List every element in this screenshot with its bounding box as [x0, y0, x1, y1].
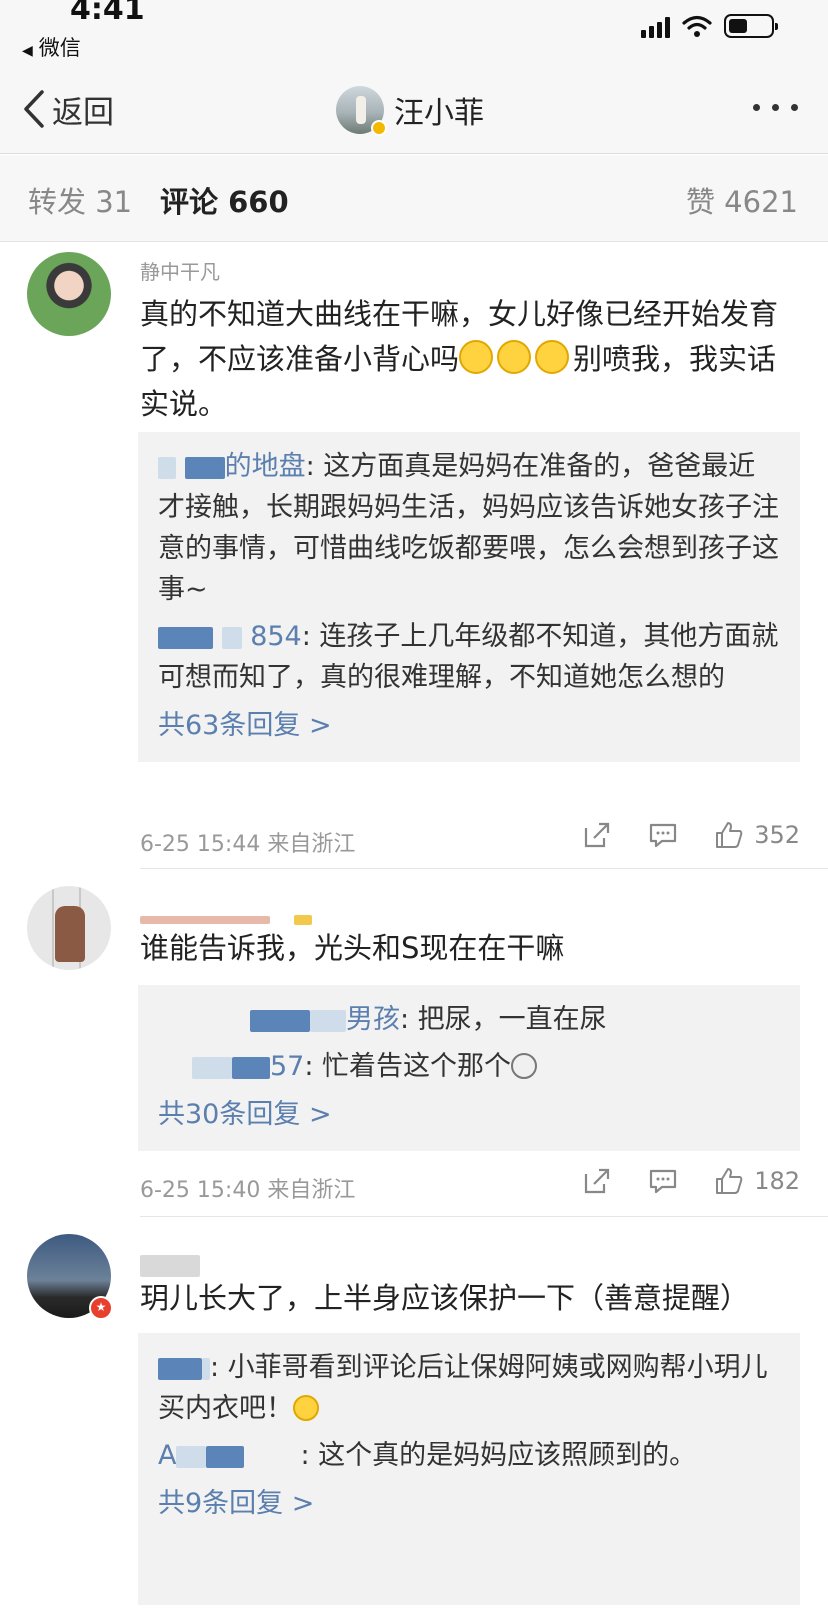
- page-title: 汪小菲: [394, 96, 484, 131]
- reply-text: : 小菲哥看到评论后让保姆阿姨或网购帮小玥儿买内衣吧！: [158, 1352, 768, 1424]
- comment-button[interactable]: [648, 820, 678, 850]
- avatar[interactable]: [27, 252, 111, 336]
- battery-icon: [724, 14, 778, 38]
- like-button[interactable]: 182: [714, 1166, 800, 1196]
- comment-meta: 6-25 15:40 来自浙江 182: [140, 1166, 800, 1206]
- avatar[interactable]: [27, 886, 111, 970]
- comment-source: 来自浙江: [267, 832, 356, 857]
- reply-text: : 忙着告这个那个: [304, 1051, 512, 1082]
- nav-bar: 返回 汪小菲: [0, 70, 828, 154]
- status-bar: 4:41 ◀ 微信: [0, 0, 828, 70]
- chevron-left-icon: [24, 90, 44, 128]
- comment-username[interactable]: 静中干凡: [140, 256, 220, 282]
- like-count: 352: [754, 821, 800, 849]
- comment-actions: 352: [582, 820, 800, 850]
- reply-item: 的地盘: 这方面真是妈妈在准备的，爸爸最近才接触，长期跟妈妈生活，妈妈应该告诉她…: [158, 446, 780, 610]
- thumbs-up-icon: [716, 822, 743, 848]
- share-button[interactable]: [582, 820, 612, 850]
- more-dots-icon[interactable]: [753, 104, 798, 111]
- back-label: 返回: [52, 94, 114, 131]
- reply-username[interactable]: 854: [250, 621, 302, 652]
- tab-likes[interactable]: 赞 4621: [686, 179, 798, 221]
- comment-text: 谁能告诉我，光头和S现在在干嘛: [140, 931, 565, 965]
- reply-item: 57: 忙着告这个那个: [158, 1046, 780, 1087]
- laugh-cry-emoji-icon: [497, 340, 532, 374]
- comment-date-source: 6-25 15:40 来自浙江: [140, 1172, 355, 1204]
- reply-item: A : 这个真的是妈妈应该照顾到的。: [158, 1435, 780, 1476]
- reply-total-link[interactable]: 共30条回复 >: [158, 1093, 780, 1137]
- red-v-badge-icon: ★: [89, 1296, 113, 1320]
- reply-text: : 把尿，一直在尿: [400, 1004, 607, 1035]
- reply-item: : 小菲哥看到评论后让保姆阿姨或网购帮小玥儿买内衣吧！: [158, 1347, 780, 1429]
- status-back-to-app[interactable]: ◀ 微信: [22, 32, 81, 62]
- avatar[interactable]: ★: [27, 1234, 113, 1320]
- reply-box: : 小菲哥看到评论后让保姆阿姨或网购帮小玥儿买内衣吧！ A : 这个真的是妈妈应该…: [138, 1333, 800, 1605]
- divider: [140, 1216, 828, 1217]
- nav-profile[interactable]: 汪小菲: [336, 82, 484, 138]
- wifi-icon: [682, 15, 712, 37]
- reply-total-link[interactable]: 共9条回复 >: [158, 1482, 780, 1526]
- comment-date: 6-25 15:44: [140, 832, 261, 857]
- reply-username[interactable]: 男孩: [346, 1004, 400, 1035]
- status-time: 4:41: [70, 0, 145, 27]
- reply-text: : 这个真的是妈妈应该照顾到的。: [300, 1440, 697, 1471]
- laugh-cry-emoji-icon: [459, 340, 494, 374]
- laughing-emoji-icon: [293, 1395, 319, 1421]
- comment-button[interactable]: [648, 1166, 678, 1196]
- comment-actions: 182: [582, 1166, 800, 1196]
- reply-username[interactable]: A: [158, 1440, 176, 1471]
- back-button[interactable]: 返回: [22, 84, 114, 134]
- comment-meta: 6-25 15:44 来自浙江 352: [140, 820, 800, 860]
- reply-item: 854: 连孩子上几年级都不知道，其他方面就可想而知了，真的很难理解，不知道她怎…: [158, 616, 780, 698]
- comment-date: 6-25 15:40: [140, 1178, 261, 1203]
- tab-comments[interactable]: 评论 660: [160, 179, 289, 221]
- like-button[interactable]: 352: [714, 820, 800, 850]
- reply-item: 男孩: 把尿，一直在尿: [158, 999, 780, 1040]
- comment-username[interactable]: [140, 1252, 200, 1278]
- laugh-cry-emoji-icon: [535, 340, 570, 374]
- reply-username[interactable]: 的地盘: [225, 451, 306, 482]
- comment-source: 来自浙江: [267, 1178, 356, 1203]
- reply-username[interactable]: 57: [270, 1051, 304, 1082]
- share-icon: [585, 1168, 610, 1194]
- back-app-label: 微信: [38, 36, 81, 60]
- comment-text: 玥儿长大了，上半身应该保护一下（善意提醒）: [140, 1281, 750, 1315]
- share-icon: [585, 822, 610, 848]
- status-icons: [641, 14, 778, 38]
- comment-date-source: 6-25 15:44 来自浙江: [140, 826, 355, 858]
- divider: [140, 868, 828, 869]
- share-button[interactable]: [582, 1166, 612, 1196]
- verified-badge-icon: [371, 120, 387, 136]
- comment-text: 真的不知道大曲线在干嘛，女儿好像已经开始发育了，不应该准备小背心吗 别喷我，我实话…: [140, 292, 800, 427]
- avatar[interactable]: [336, 86, 387, 136]
- comment-icon: [650, 823, 677, 848]
- tabs-bar: 转发 31 评论 660 赞 4621: [0, 155, 828, 242]
- signal-icon: [641, 16, 670, 38]
- thumbs-up-icon: [716, 1168, 743, 1194]
- reply-box: 男孩: 把尿，一直在尿 57: 忙着告这个那个 共30条回复 >: [138, 985, 800, 1151]
- reply-total-link[interactable]: 共63条回复 >: [158, 704, 780, 748]
- back-triangle-icon: ◀: [22, 43, 33, 59]
- tab-repost[interactable]: 转发 31: [28, 179, 132, 221]
- shocked-emoji-icon: [511, 1053, 538, 1079]
- like-count: 182: [754, 1167, 800, 1195]
- reply-box: 的地盘: 这方面真是妈妈在准备的，爸爸最近才接触，长期跟妈妈生活，妈妈应该告诉她…: [138, 432, 800, 762]
- comment-icon: [650, 1169, 677, 1194]
